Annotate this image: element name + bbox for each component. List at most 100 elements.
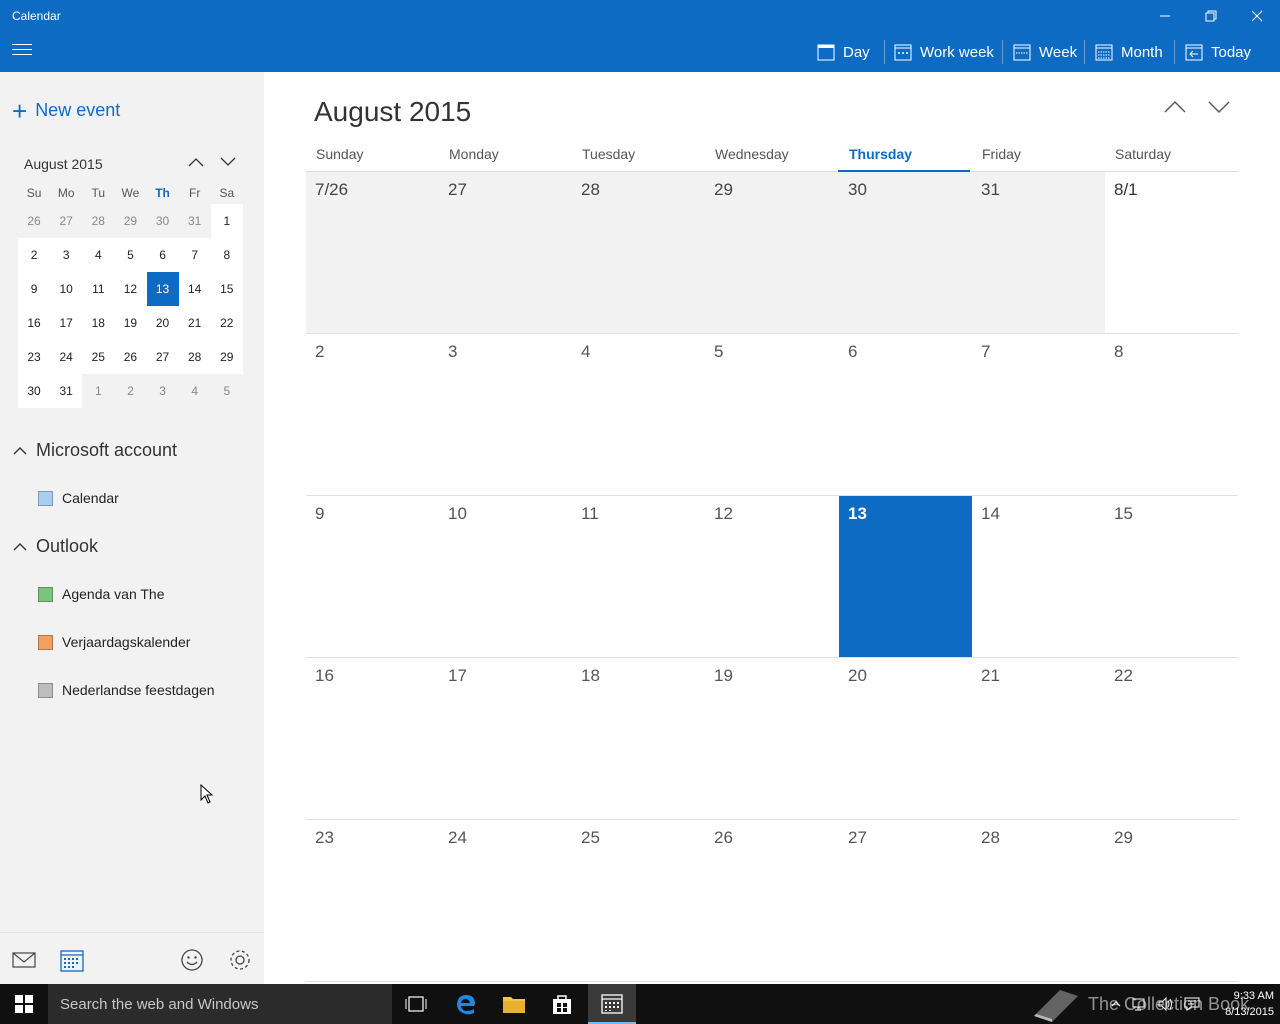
month-day-cell[interactable]: 2 xyxy=(306,334,439,495)
month-day-cell[interactable]: 15 xyxy=(1105,496,1238,657)
view-day-button[interactable]: Day xyxy=(817,32,870,72)
account-microsoft[interactable]: Microsoft account xyxy=(12,440,177,461)
month-day-cell[interactable]: 3 xyxy=(439,334,572,495)
mini-prev-month-icon[interactable] xyxy=(186,152,206,172)
month-day-cell[interactable]: 23 xyxy=(306,820,439,981)
month-day-cell[interactable]: 13 xyxy=(839,496,972,657)
previous-month-icon[interactable] xyxy=(1161,96,1189,118)
mini-day-cell[interactable]: 21 xyxy=(178,306,211,340)
month-day-cell[interactable]: 27 xyxy=(439,172,572,333)
month-day-cell[interactable]: 29 xyxy=(705,172,839,333)
calendar-item-verjaardag[interactable]: Verjaardagskalender xyxy=(38,634,190,650)
start-button[interactable] xyxy=(0,984,48,1024)
action-center-icon[interactable] xyxy=(1184,996,1200,1012)
mini-day-cell[interactable]: 2 xyxy=(114,374,146,408)
mini-day-cell[interactable]: 29 xyxy=(114,204,146,238)
mini-day-cell[interactable]: 16 xyxy=(18,306,51,340)
month-day-cell[interactable]: 10 xyxy=(439,496,572,657)
calendar-item-agenda[interactable]: Agenda van The xyxy=(38,586,165,602)
today-button[interactable]: Today xyxy=(1185,32,1251,72)
month-day-cell[interactable]: 8 xyxy=(1105,334,1238,495)
month-day-cell[interactable]: 4 xyxy=(572,334,705,495)
volume-icon[interactable] xyxy=(1158,996,1174,1012)
month-day-cell[interactable]: 19 xyxy=(705,658,839,819)
new-event-button[interactable]: + New event xyxy=(12,98,120,124)
calendar-taskbar-button[interactable] xyxy=(588,984,636,1024)
mini-day-cell[interactable]: 9 xyxy=(18,272,51,306)
mini-day-cell[interactable]: 30 xyxy=(147,204,179,238)
edge-button[interactable] xyxy=(442,984,490,1024)
network-icon[interactable] xyxy=(1132,996,1148,1012)
mini-day-cell[interactable]: 10 xyxy=(50,272,83,306)
mini-day-cell[interactable]: 3 xyxy=(50,238,83,272)
mini-day-cell[interactable]: 17 xyxy=(50,306,83,340)
mini-day-cell[interactable]: 1 xyxy=(82,374,114,408)
month-day-cell[interactable]: 22 xyxy=(1105,658,1238,819)
view-month-button[interactable]: Month xyxy=(1095,32,1163,72)
file-explorer-button[interactable] xyxy=(490,984,538,1024)
mini-day-cell[interactable]: 28 xyxy=(82,204,114,238)
gear-icon[interactable] xyxy=(227,947,253,973)
mini-day-cell[interactable]: 24 xyxy=(50,340,83,374)
month-day-cell[interactable]: 14 xyxy=(972,496,1105,657)
store-button[interactable] xyxy=(538,984,586,1024)
mini-day-cell[interactable]: 6 xyxy=(146,238,179,272)
calendar-item-calendar[interactable]: Calendar xyxy=(38,490,119,506)
month-day-cell[interactable]: 12 xyxy=(705,496,839,657)
restore-button[interactable] xyxy=(1188,0,1234,32)
view-week-button[interactable]: Week xyxy=(1013,32,1077,72)
tray-expand-icon[interactable] xyxy=(1110,998,1122,1010)
month-day-cell[interactable]: 27 xyxy=(839,820,972,981)
mini-day-cell[interactable]: 2 xyxy=(18,238,51,272)
minimize-button[interactable] xyxy=(1142,0,1188,32)
close-button[interactable] xyxy=(1234,0,1280,32)
task-view-button[interactable] xyxy=(392,984,440,1024)
month-day-cell[interactable]: 28 xyxy=(572,172,705,333)
month-day-cell[interactable]: 31 xyxy=(972,172,1105,333)
mini-day-cell[interactable]: 20 xyxy=(146,306,179,340)
mini-day-cell[interactable]: 7 xyxy=(178,238,211,272)
taskbar-clock[interactable]: 9:33 AM 8/13/2015 xyxy=(1208,988,1274,1020)
mini-day-cell[interactable]: 15 xyxy=(210,272,243,306)
mini-day-cell[interactable]: 22 xyxy=(210,306,243,340)
month-day-cell[interactable]: 16 xyxy=(306,658,439,819)
account-outlook[interactable]: Outlook xyxy=(12,536,98,557)
mini-day-cell[interactable]: 13 xyxy=(146,272,179,306)
mini-day-cell[interactable]: 4 xyxy=(179,374,211,408)
mini-next-month-icon[interactable] xyxy=(218,152,238,172)
mini-day-cell[interactable]: 31 xyxy=(179,204,211,238)
mini-day-cell[interactable]: 19 xyxy=(114,306,147,340)
taskbar-search-box[interactable]: Search the web and Windows xyxy=(48,984,392,1024)
mini-day-cell[interactable]: 11 xyxy=(82,272,115,306)
mini-calendar-title[interactable]: August 2015 xyxy=(24,156,103,172)
mini-day-cell[interactable]: 12 xyxy=(114,272,147,306)
calendar-item-feestdagen[interactable]: Nederlandse feestdagen xyxy=(38,682,215,698)
month-day-cell[interactable]: 25 xyxy=(572,820,705,981)
mini-day-cell[interactable]: 4 xyxy=(82,238,115,272)
month-day-cell[interactable]: 30 xyxy=(839,172,972,333)
mini-day-cell[interactable]: 31 xyxy=(50,374,83,408)
month-day-cell[interactable]: 7 xyxy=(972,334,1105,495)
mini-day-cell[interactable]: 14 xyxy=(178,272,211,306)
month-day-cell[interactable]: 18 xyxy=(572,658,705,819)
feedback-smiley-icon[interactable] xyxy=(179,947,205,973)
month-day-cell[interactable]: 5 xyxy=(705,334,839,495)
mini-day-cell[interactable]: 1 xyxy=(210,204,243,238)
mini-day-cell[interactable]: 26 xyxy=(114,340,147,374)
month-day-cell[interactable]: 28 xyxy=(972,820,1105,981)
mini-day-cell[interactable]: 25 xyxy=(82,340,115,374)
month-day-cell[interactable]: 11 xyxy=(572,496,705,657)
mini-day-cell[interactable]: 28 xyxy=(178,340,211,374)
mini-day-cell[interactable]: 27 xyxy=(50,204,82,238)
month-day-cell[interactable]: 21 xyxy=(972,658,1105,819)
month-day-cell[interactable]: 26 xyxy=(705,820,839,981)
month-day-cell[interactable]: 17 xyxy=(439,658,572,819)
next-month-icon[interactable] xyxy=(1205,96,1233,118)
month-day-cell[interactable]: 7/26 xyxy=(306,172,439,333)
month-day-cell[interactable]: 9 xyxy=(306,496,439,657)
month-day-cell[interactable]: 8/1 xyxy=(1105,172,1238,333)
hamburger-menu-button[interactable] xyxy=(12,44,32,60)
month-day-cell[interactable]: 20 xyxy=(839,658,972,819)
mini-day-cell[interactable]: 26 xyxy=(18,204,50,238)
mini-day-cell[interactable]: 5 xyxy=(211,374,243,408)
